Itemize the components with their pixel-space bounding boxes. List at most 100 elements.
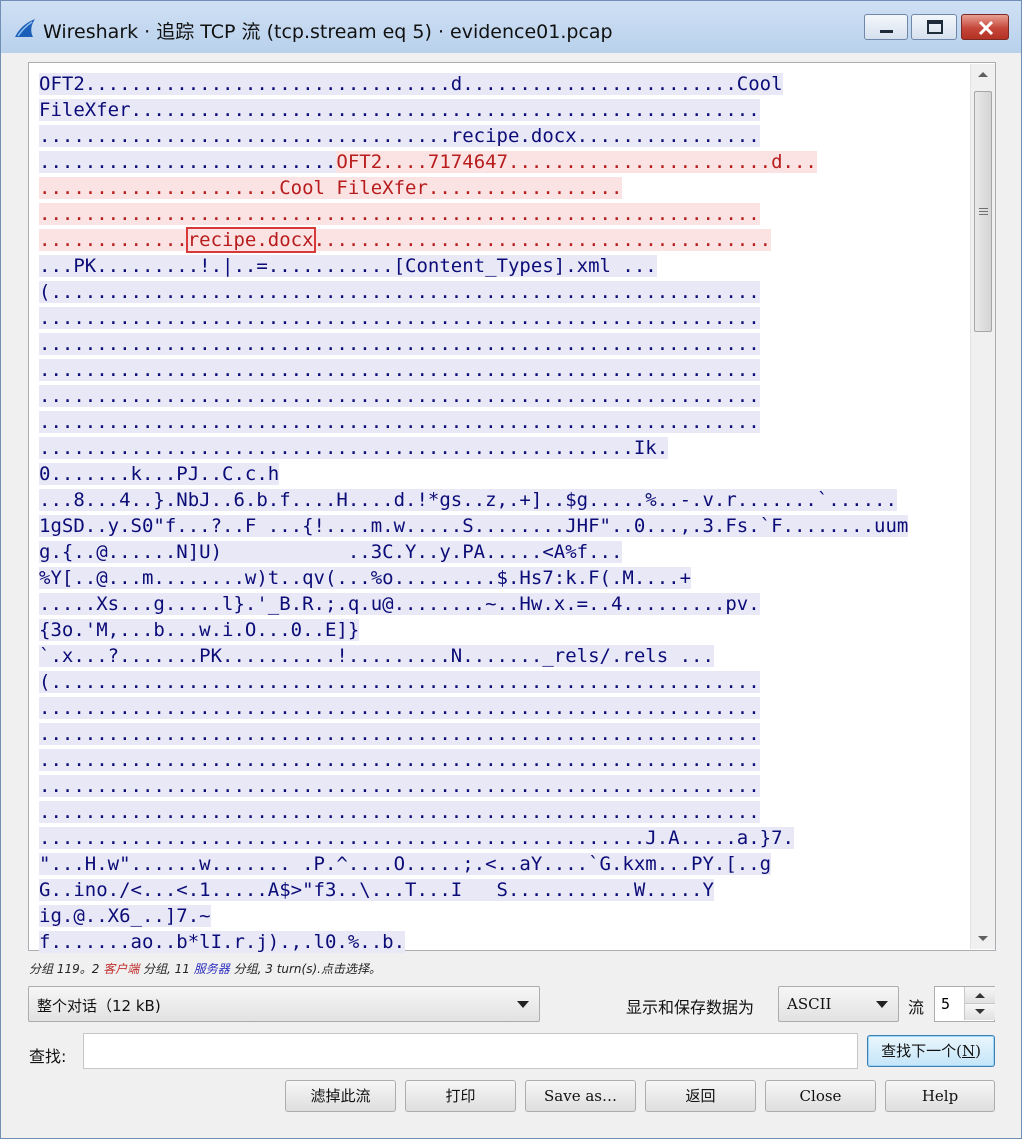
- stream-number-label: 流: [908, 998, 925, 1017]
- find-next-button[interactable]: 查找下一个(N): [867, 1035, 995, 1067]
- stream-text-area[interactable]: OFT2................................d...…: [28, 62, 996, 953]
- stream-line[interactable]: (.......................................…: [39, 669, 969, 695]
- format-select-value: ASCII: [787, 995, 832, 1013]
- stream-text: ........................................…: [39, 697, 760, 719]
- scrollbar-thumb[interactable]: [974, 91, 992, 332]
- stream-line[interactable]: %Y[..@...m........w)t..qv(...%o.........…: [39, 565, 969, 591]
- stream-text: "...H.w"......w....... .P.^....O.....;.<…: [39, 853, 772, 875]
- stream-line[interactable]: ig.@..X6_..]7.~: [39, 903, 969, 929]
- scroll-up-icon[interactable]: [971, 64, 995, 86]
- stream-line[interactable]: ...8...4..}.NbJ..6.b.f....H....d.!*gs..z…: [39, 487, 969, 513]
- stream-line[interactable]: .....Xs...g.....l}.'_B.R.;.q.u@........~…: [39, 591, 969, 617]
- spin-up-button[interactable]: [964, 987, 995, 1004]
- chevron-down-icon: [876, 1001, 888, 1008]
- stream-line[interactable]: ........................................…: [39, 799, 969, 825]
- stream-number-value: 5: [941, 995, 951, 1013]
- format-label: 显示和保存数据为: [626, 998, 755, 1017]
- follow-tcp-stream-window: Wireshark · 追踪 TCP 流 (tcp.stream eq 5) ·…: [0, 0, 1022, 1139]
- stream-line[interactable]: ........................................…: [39, 331, 969, 357]
- stream-line[interactable]: ........................................…: [39, 383, 969, 409]
- stream-line[interactable]: ........................................…: [39, 357, 969, 383]
- maximize-button[interactable]: [911, 14, 957, 40]
- stream-text: ....................................reci…: [39, 125, 760, 147]
- arrow-up-icon: [975, 993, 985, 998]
- stream-text: OFT2................................d...…: [39, 73, 783, 95]
- vertical-scrollbar[interactable]: [970, 64, 995, 949]
- spin-down-button[interactable]: [964, 1004, 995, 1020]
- stream-text: ........................................…: [39, 749, 760, 771]
- stream-line[interactable]: ........................................…: [39, 695, 969, 721]
- minimize-button[interactable]: [864, 14, 908, 40]
- stream-text: ........................................…: [39, 827, 794, 849]
- stream-line[interactable]: "...H.w"......w....... .P.^....O.....;.<…: [39, 851, 969, 877]
- status-prefix: 分组 119。2: [29, 962, 100, 976]
- stream-text: 0.......k...PJ..C.c.h: [39, 463, 280, 485]
- save-as-button[interactable]: Save as…: [525, 1080, 636, 1112]
- stream-content[interactable]: OFT2................................d...…: [39, 71, 969, 955]
- stream-line[interactable]: ........................................…: [39, 747, 969, 773]
- stream-text: (.......................................…: [39, 281, 760, 303]
- scroll-down-icon[interactable]: [971, 927, 995, 949]
- stream-line[interactable]: FileXfer................................…: [39, 97, 969, 123]
- stream-text: `.x...?.......PK..........!.........N...…: [39, 645, 714, 667]
- stream-text: ........................................: [313, 229, 772, 251]
- stream-line[interactable]: ........................................…: [39, 409, 969, 435]
- stream-line[interactable]: ........................................…: [39, 825, 969, 851]
- stream-line[interactable]: f.......ao..b*lI.r.j).,.l0.%..b.: [39, 929, 969, 955]
- stream-number-spinbox[interactable]: 5: [934, 986, 995, 1022]
- close-icon: [978, 20, 994, 36]
- stream-text-server: OFT2....7174647.......................d.…: [336, 151, 817, 173]
- stream-text: ........................................…: [39, 723, 760, 745]
- stream-line[interactable]: 0.......k...PJ..C.c.h: [39, 461, 969, 487]
- grip-icon: [979, 208, 988, 215]
- stream-line[interactable]: ..........................OFT2....717464…: [39, 149, 969, 175]
- stream-text: ........................................…: [39, 307, 760, 329]
- stream-line[interactable]: ....................................reci…: [39, 123, 969, 149]
- close-button[interactable]: Close: [765, 1080, 876, 1112]
- stream-line[interactable]: (.......................................…: [39, 279, 969, 305]
- stream-line[interactable]: ........................................…: [39, 773, 969, 799]
- search-highlight: recipe.docx: [185, 227, 316, 253]
- stream-line[interactable]: {3o.'M,...b...w.i.O...0..E]}: [39, 617, 969, 643]
- close-window-button[interactable]: [961, 14, 1009, 40]
- minimize-icon: [880, 30, 893, 33]
- stream-line[interactable]: G..ino./<...<.1.....A$>"f3..\...T...I S.…: [39, 877, 969, 903]
- stream-text: %Y[..@...m........w)t..qv(...%o.........…: [39, 567, 692, 589]
- stream-text: .....................Cool FileXfer......…: [39, 177, 623, 199]
- help-button[interactable]: Help: [885, 1080, 995, 1112]
- stream-text: ........................................…: [39, 775, 760, 797]
- stream-line[interactable]: g.{..@......N]U) ..3C.Y..y.PA.....<A%f..…: [39, 539, 969, 565]
- stream-text: (.......................................…: [39, 671, 760, 693]
- conversation-select[interactable]: 整个对话（12 kB): [28, 986, 540, 1022]
- stream-text: .............: [39, 229, 188, 251]
- stream-line[interactable]: ...PK.........!.|..=...........[Content_…: [39, 253, 969, 279]
- format-select[interactable]: ASCII: [778, 986, 899, 1022]
- maximize-icon: [927, 20, 943, 34]
- wireshark-fin-icon: [15, 19, 35, 37]
- stream-line[interactable]: OFT2................................d...…: [39, 71, 969, 97]
- stream-line[interactable]: .....................Cool FileXfer......…: [39, 175, 969, 201]
- status-mid: 分组, 11: [143, 962, 190, 976]
- stream-line[interactable]: 1gSD..y.S0"f...?..F ...{!....m.w.....S..…: [39, 513, 969, 539]
- filter-out-button[interactable]: 滤掉此流: [285, 1080, 396, 1112]
- status-suffix: 分组, 3 turn(s).点击选择。: [233, 962, 381, 976]
- back-button[interactable]: 返回: [645, 1080, 756, 1112]
- stream-text: G..ino./<...<.1.....A$>"f3..\...T...I S.…: [39, 879, 714, 901]
- stream-line[interactable]: ........................................…: [39, 201, 969, 227]
- stream-line[interactable]: .............recipe.docx................…: [39, 227, 969, 253]
- stream-text: ........................................…: [39, 801, 760, 823]
- stream-text: ........................................…: [39, 203, 760, 225]
- stream-line[interactable]: ........................................…: [39, 305, 969, 331]
- client-label: 客户端: [103, 962, 140, 976]
- stream-line[interactable]: ........................................…: [39, 435, 969, 461]
- stream-text: ........................................…: [39, 411, 760, 433]
- stream-text: {3o.'M,...b...w.i.O...0..E]}: [39, 619, 360, 641]
- stream-text: FileXfer................................…: [39, 99, 760, 121]
- stream-line[interactable]: `.x...?.......PK..........!.........N...…: [39, 643, 969, 669]
- stream-text: ........................................…: [39, 359, 760, 381]
- stream-text: ........................................…: [39, 437, 669, 459]
- arrow-down-icon: [975, 1009, 985, 1014]
- stream-line[interactable]: ........................................…: [39, 721, 969, 747]
- find-input[interactable]: [83, 1033, 858, 1069]
- print-button[interactable]: 打印: [405, 1080, 516, 1112]
